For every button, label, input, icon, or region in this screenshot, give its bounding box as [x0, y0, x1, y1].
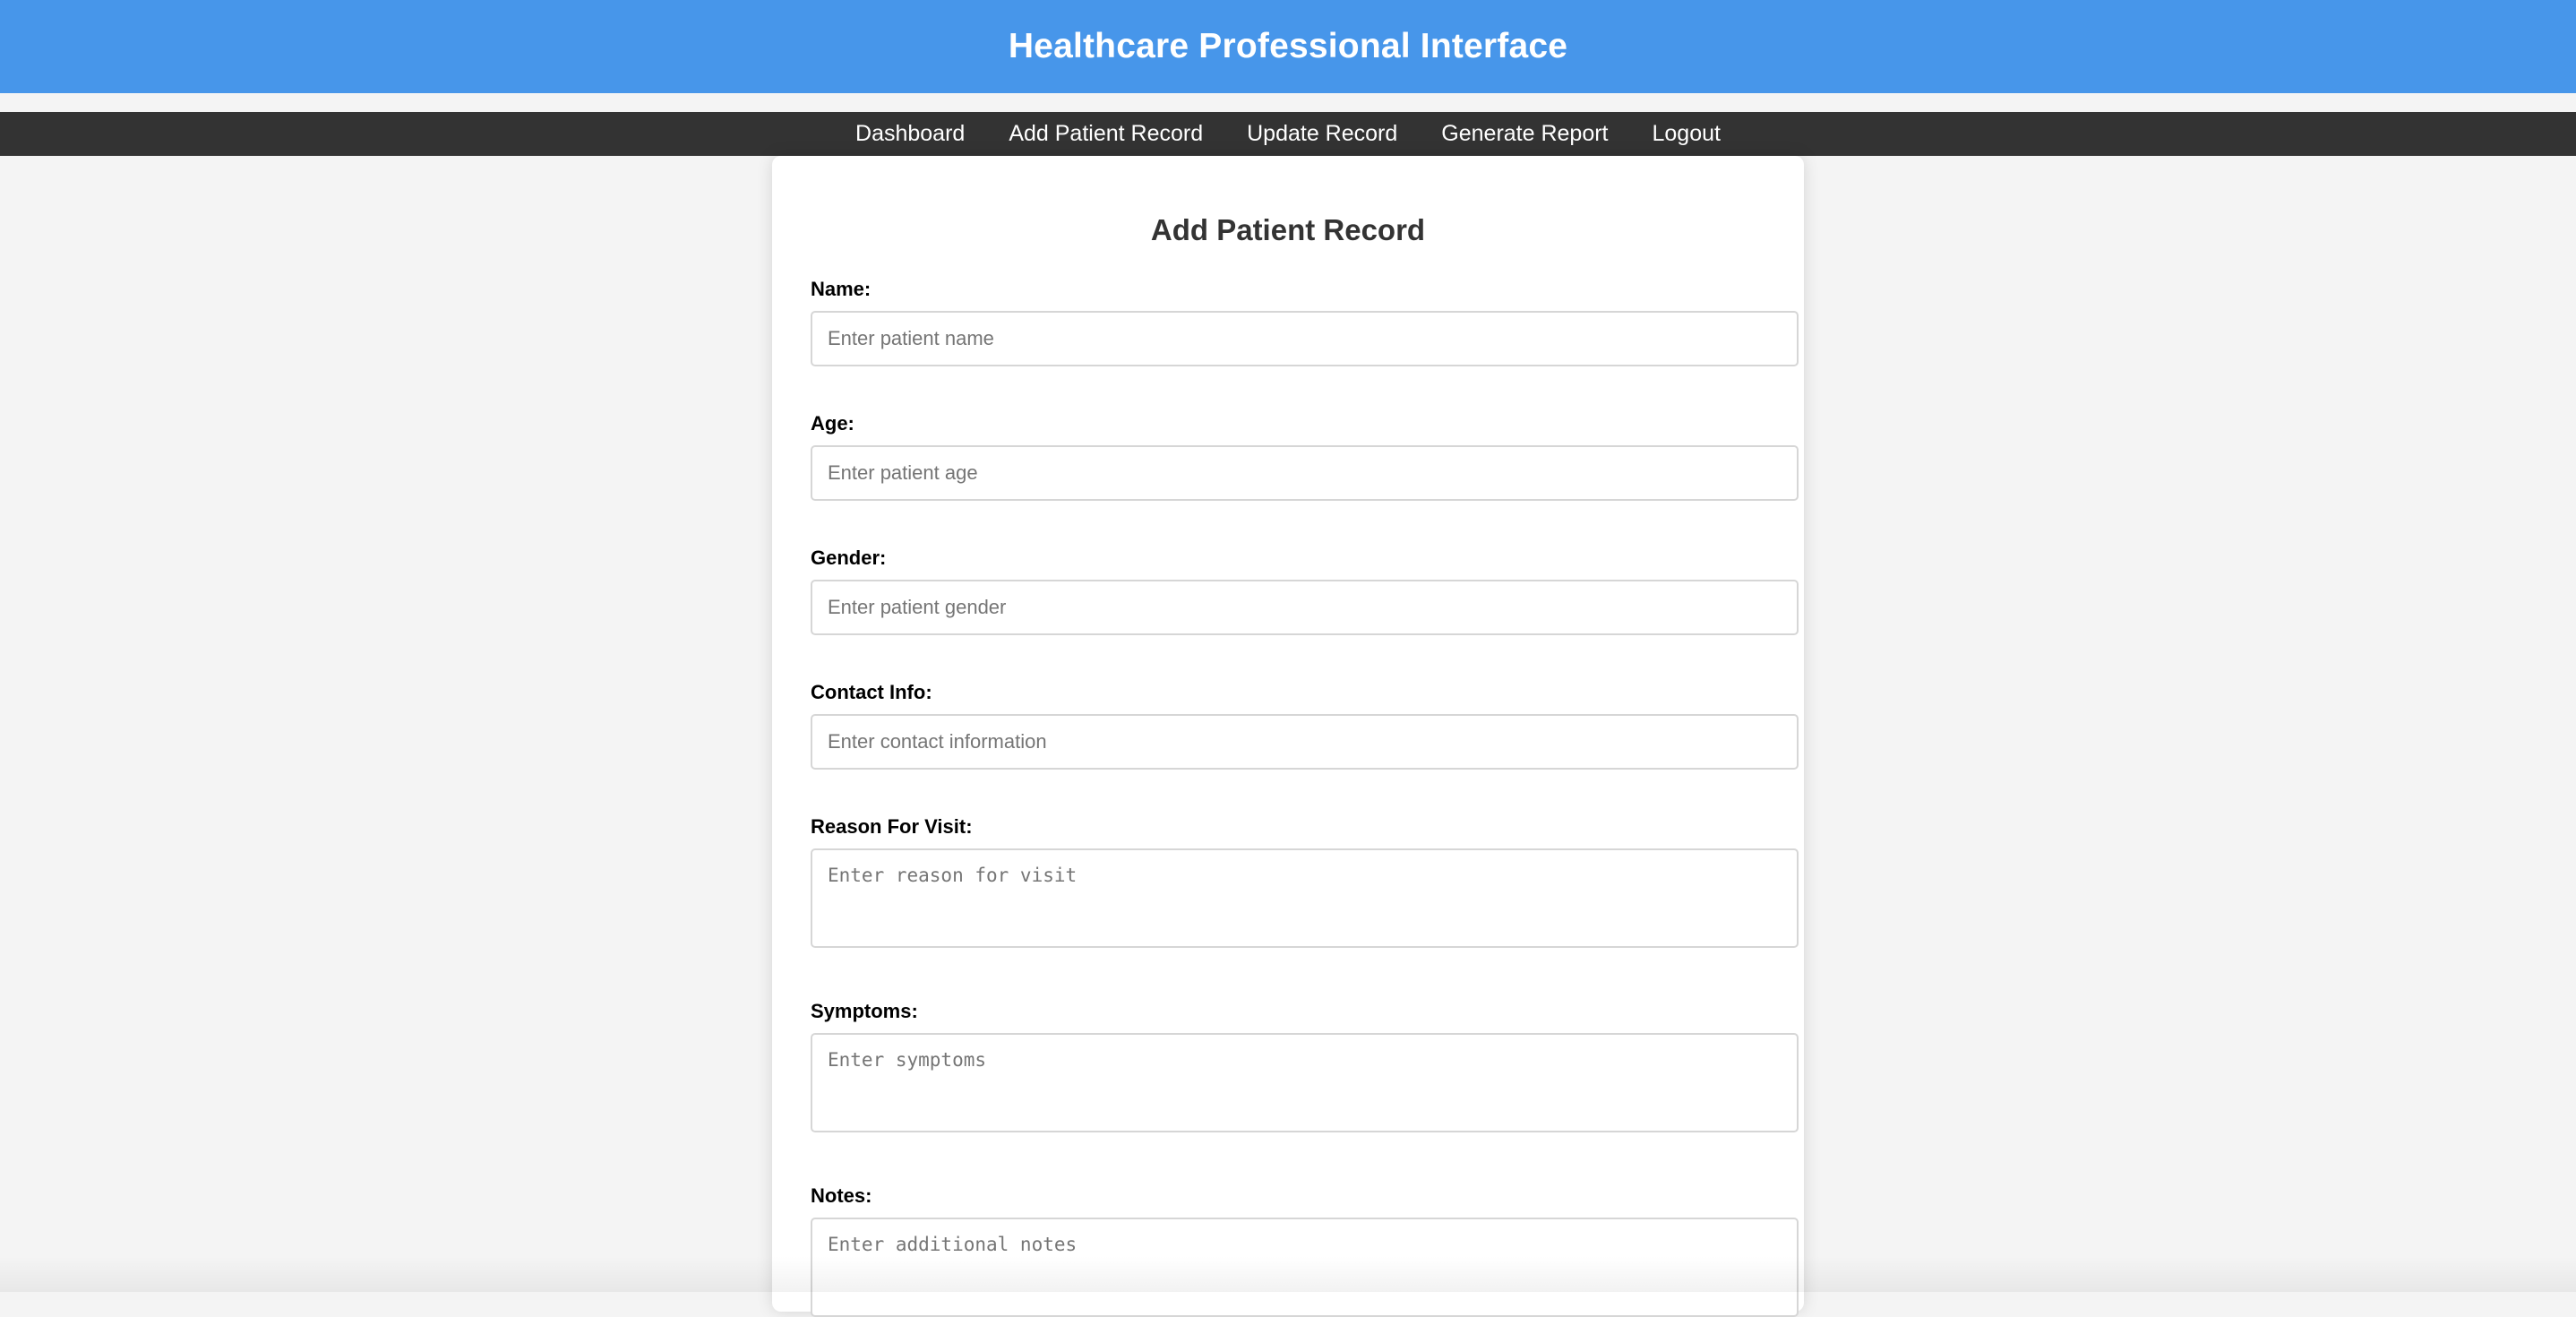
name-input[interactable] — [811, 311, 1799, 366]
symptoms-textarea[interactable] — [811, 1033, 1799, 1132]
age-input[interactable] — [811, 445, 1799, 501]
reason-for-visit-label: Reason For Visit: — [811, 815, 973, 838]
age-label: Age: — [811, 412, 854, 435]
contact-info-input[interactable] — [811, 714, 1799, 770]
gender-label: Gender: — [811, 547, 887, 569]
gender-input[interactable] — [811, 580, 1799, 635]
nav-link-update-record[interactable]: Update Record — [1247, 112, 1397, 156]
notes-label: Notes: — [811, 1184, 872, 1207]
contact-info-label: Contact Info: — [811, 681, 932, 703]
nav-link-generate-report[interactable]: Generate Report — [1441, 112, 1608, 156]
symptoms-label: Symptoms: — [811, 1000, 918, 1022]
reason-for-visit-textarea[interactable] — [811, 848, 1799, 948]
notes-textarea[interactable] — [811, 1218, 1799, 1317]
patient-form-card: Add Patient Record Name: Age: Gender: Co… — [772, 156, 1804, 1317]
app-header: Healthcare Professional Interface — [0, 0, 2576, 93]
app-title: Healthcare Professional Interface — [1008, 27, 1568, 65]
name-label: Name: — [811, 278, 872, 300]
nav-link-add-patient-record[interactable]: Add Patient Record — [1009, 112, 1203, 156]
nav-link-logout[interactable]: Logout — [1653, 112, 1721, 156]
nav-link-dashboard[interactable]: Dashboard — [855, 112, 965, 156]
nav-bar: Dashboard Add Patient Record Update Reco… — [0, 112, 2576, 156]
form-title: Add Patient Record — [1150, 213, 1426, 246]
